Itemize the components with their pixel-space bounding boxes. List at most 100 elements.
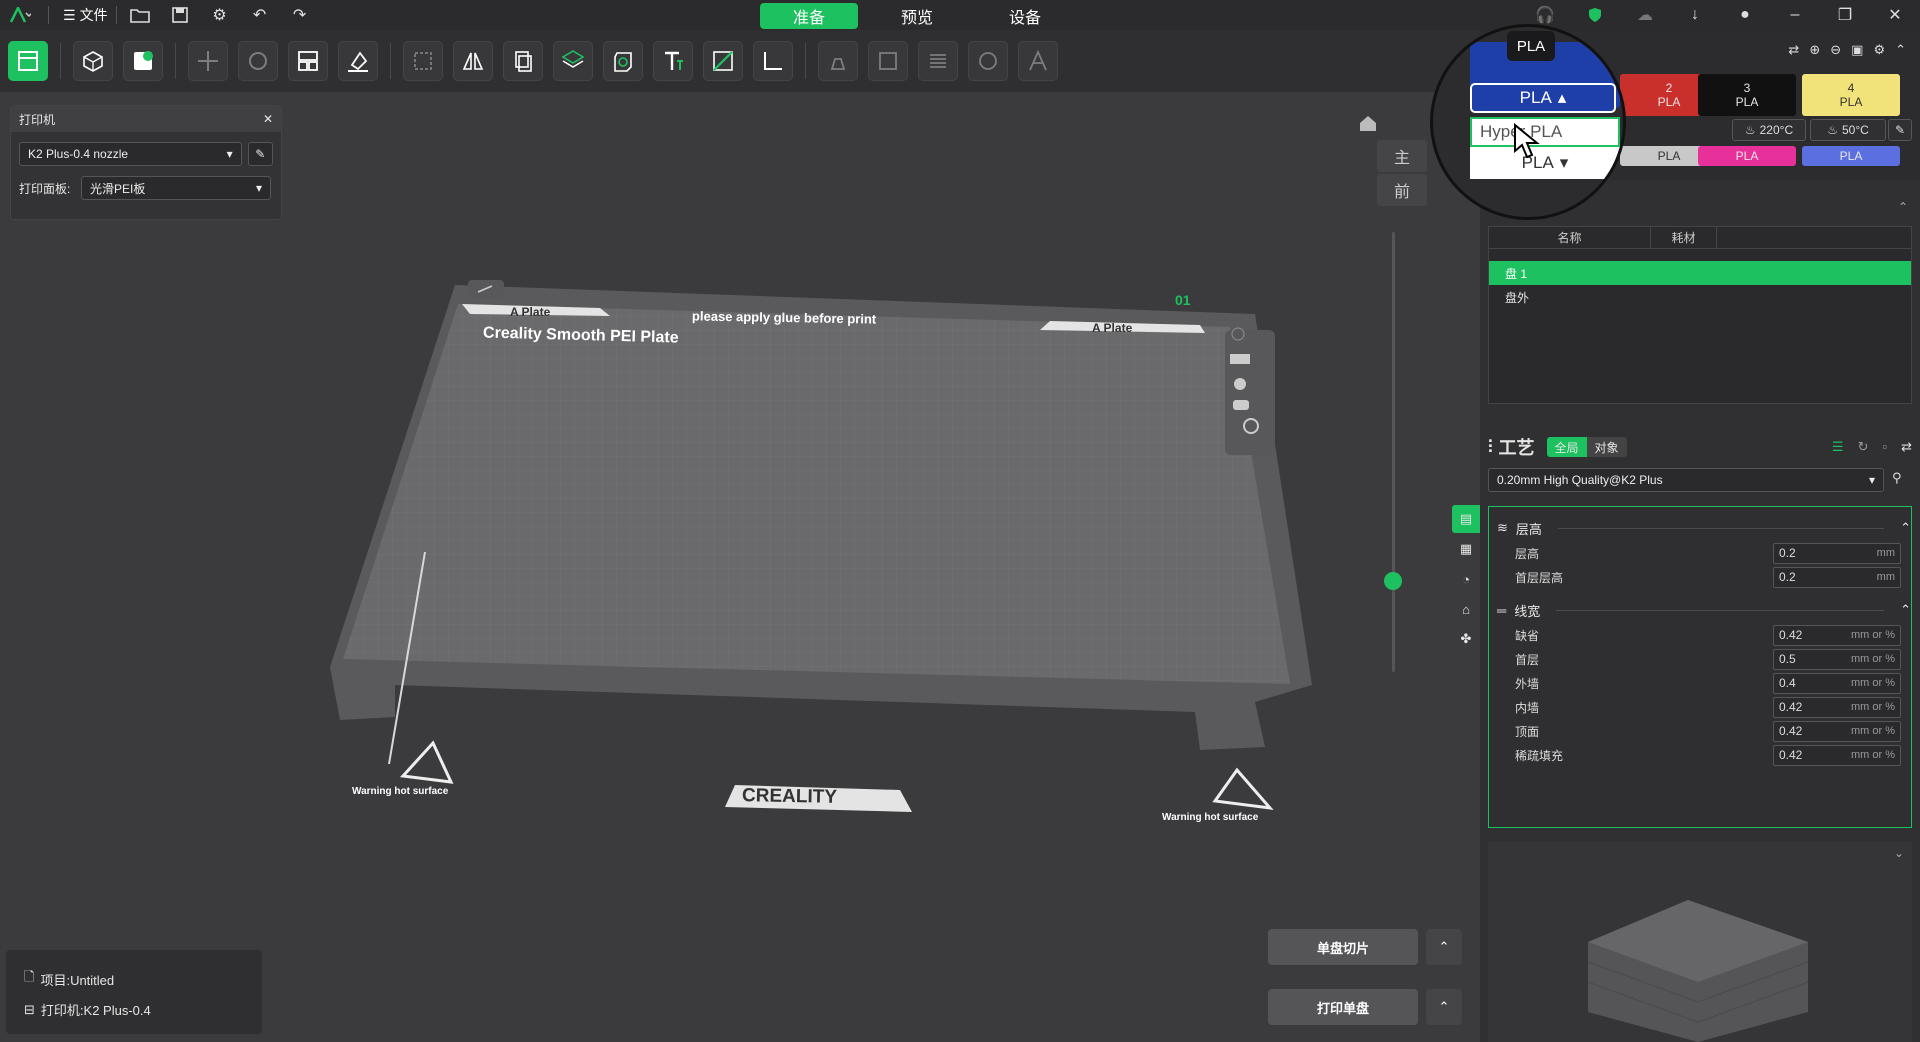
app-logo-icon[interactable] (0, 0, 40, 30)
plate-list-item[interactable]: 盘 1 (1489, 261, 1911, 285)
save-preset-icon[interactable]: ▫ (1882, 439, 1887, 455)
color-paint-button[interactable] (968, 41, 1008, 81)
column-header-name[interactable]: 名称 (1489, 227, 1651, 248)
filament-settings-icon[interactable]: ⚙ (1873, 42, 1885, 58)
home-view-icon[interactable] (1358, 114, 1378, 135)
edit-filament-button[interactable]: ✎ (1888, 119, 1912, 141)
layer-slider-knob[interactable] (1384, 572, 1402, 590)
edit-printer-button[interactable]: ✎ (247, 142, 273, 166)
maximize-icon[interactable]: ❐ (1820, 0, 1870, 30)
split-parts-button[interactable] (503, 41, 543, 81)
setting-input[interactable]: 0.42 mm or % (1773, 720, 1901, 742)
plate-lock-icon[interactable] (1233, 400, 1249, 410)
slice-plate-button[interactable]: 单盘切片 (1268, 929, 1418, 965)
rotate-tool-button[interactable] (238, 41, 278, 81)
download-icon[interactable]: ↓ (1670, 0, 1720, 30)
add-model-button[interactable] (73, 41, 113, 81)
setting-input[interactable]: 0.2 mm (1773, 542, 1901, 564)
setting-row: 层高 0.2 mm (1489, 541, 1911, 565)
add-filament-icon[interactable]: ⊕ (1809, 42, 1820, 58)
save-icon[interactable] (165, 0, 195, 30)
search-icon[interactable]: ⚲ (1892, 470, 1902, 486)
minimize-icon[interactable]: – (1770, 0, 1820, 30)
filament-slot-4[interactable]: 4 PLA (1802, 74, 1900, 116)
tab-preview[interactable]: 预览 (868, 3, 966, 29)
support-tab-icon[interactable]: ⌂ (1452, 595, 1480, 623)
arrange-button[interactable] (288, 41, 328, 81)
print-plate-button[interactable]: 打印单盘 (1268, 989, 1418, 1025)
filament-option-hyper-pla[interactable]: Hyper PLA (1470, 117, 1620, 147)
user-icon[interactable]: ● (1720, 0, 1770, 30)
file-menu[interactable]: ☰ 文件 (63, 5, 108, 25)
plate-view-button[interactable] (8, 41, 48, 81)
cloud-upload-icon[interactable]: ☁ (1620, 0, 1670, 30)
cut-tool-button[interactable] (553, 41, 593, 81)
view-main-button[interactable]: 主 (1377, 140, 1427, 172)
gear-icon[interactable]: ⚙ (205, 0, 235, 30)
text-tool-button[interactable] (653, 41, 693, 81)
list-view-icon[interactable]: ☰ (1832, 439, 1844, 455)
print-options-button[interactable]: ⌃ (1426, 989, 1462, 1025)
close-icon[interactable]: ✕ (1870, 0, 1920, 30)
lay-flat-button[interactable] (338, 41, 378, 81)
tab-device[interactable]: 设备 (976, 3, 1074, 29)
shield-icon[interactable] (1570, 0, 1620, 30)
filament-sync-icon[interactable]: ⇄ (1788, 42, 1799, 58)
scale-tool-button[interactable] (403, 41, 443, 81)
expand-icon[interactable]: ⌃ (1898, 200, 1908, 214)
nozzle-temp-display[interactable]: ♨ 220°C (1732, 119, 1806, 141)
menu-bar: ☰ 文件 ⚙ ↶ ↷ 准备 预览 设备 🎧 ☁ ↓ ● – ❐ ✕ (0, 0, 1920, 30)
plate-list-icon[interactable] (1230, 354, 1250, 364)
printer-panel-close-icon[interactable]: ✕ (263, 112, 273, 126)
support-paint-button[interactable] (703, 41, 743, 81)
process-preset-select[interactable]: 0.20mm High Quality@K2 Plus ▾ (1488, 468, 1884, 492)
filament-slot-8[interactable]: PLA (1802, 146, 1900, 166)
slice-options-button[interactable]: ⌃ (1426, 929, 1462, 965)
seam-paint-button[interactable] (818, 41, 858, 81)
layer-slider-track[interactable] (1392, 232, 1395, 672)
open-folder-icon[interactable] (125, 0, 155, 30)
column-header-filament[interactable]: 耗材 (1651, 227, 1717, 248)
printer-select[interactable]: K2 Plus-0.4 nozzle ▾ (19, 142, 242, 166)
filament-slot-3[interactable]: 3 PLA (1698, 74, 1796, 116)
setting-input[interactable]: 0.5 mm or % (1773, 648, 1901, 670)
collapse-icon[interactable]: ⌃ (1895, 42, 1906, 58)
setting-input[interactable]: 0.2 mm (1773, 566, 1901, 588)
bed-temp-display[interactable]: ♨ 50°C (1810, 119, 1886, 141)
quality-tab-icon[interactable]: ▤ (1452, 505, 1480, 533)
move-tool-button[interactable] (188, 41, 228, 81)
plate-auto-icon[interactable] (1234, 378, 1246, 390)
setting-input[interactable]: 0.42 mm or % (1773, 696, 1901, 718)
others-tab-icon[interactable]: ✤ (1452, 625, 1480, 653)
redo-icon[interactable]: ↷ (285, 0, 315, 30)
emboss-tool-button[interactable] (1018, 41, 1058, 81)
object-toggle[interactable]: 对象 (1586, 437, 1627, 457)
strength-tab-icon[interactable]: ▦ (1452, 535, 1480, 563)
setting-input[interactable]: 0.4 mm or % (1773, 672, 1901, 694)
3d-viewport[interactable]: 01 A Plate A Plate please apply glue bef… (0, 92, 1480, 1042)
setting-input[interactable]: 0.42 mm or % (1773, 744, 1901, 766)
hollow-tool-button[interactable] (603, 41, 643, 81)
plate-list-item[interactable]: 盘外 (1489, 285, 1911, 309)
add-plate-button[interactable] (123, 41, 163, 81)
chevron-up-icon[interactable]: ⌃ (1900, 602, 1911, 618)
speed-tab-icon[interactable]: ◔ (1452, 565, 1480, 593)
undo-icon[interactable]: ↶ (245, 0, 275, 30)
filament-list-icon[interactable]: ▣ (1851, 42, 1863, 58)
filament-slot-5[interactable]: PLA ▾ (1470, 147, 1620, 179)
plate-type-select[interactable]: 光滑PEI板 ▾ (81, 176, 271, 200)
global-toggle[interactable]: 全局 (1546, 437, 1587, 457)
chevron-up-icon[interactable]: ⌃ (1900, 520, 1911, 536)
variable-layer-button[interactable] (918, 41, 958, 81)
boolean-tool-button[interactable] (868, 41, 908, 81)
filament-slot-1-type[interactable]: PLA ▴ (1470, 83, 1616, 113)
compare-icon[interactable]: ⇄ (1901, 439, 1912, 455)
setting-input[interactable]: 0.42 mm or % (1773, 624, 1901, 646)
view-front-button[interactable]: 前 (1377, 174, 1427, 206)
mirror-tool-button[interactable] (453, 41, 493, 81)
measure-tool-button[interactable] (753, 41, 793, 81)
tab-prepare[interactable]: 准备 (760, 3, 858, 29)
reset-icon[interactable]: ↻ (1858, 439, 1869, 455)
remove-filament-icon[interactable]: ⊖ (1830, 42, 1841, 58)
filament-slot-7[interactable]: PLA (1698, 146, 1796, 166)
